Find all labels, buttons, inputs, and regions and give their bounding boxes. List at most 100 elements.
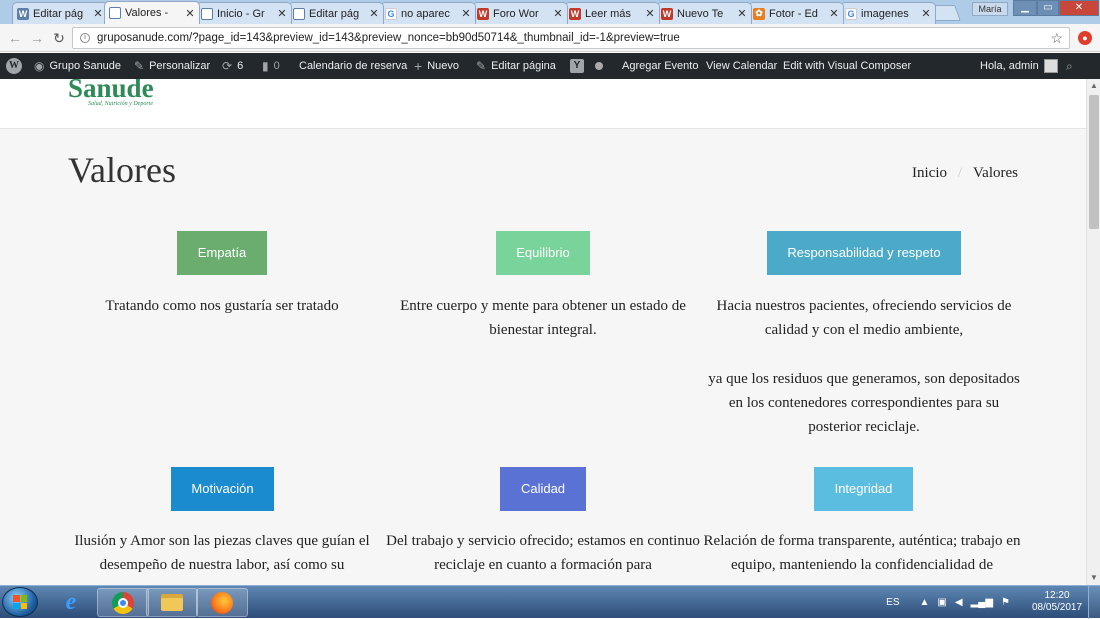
admin-search-button[interactable]: ⌕	[1066, 53, 1073, 79]
breadcrumb-home-link[interactable]: Inicio	[912, 165, 947, 181]
speaker-icon[interactable]: ◀	[955, 597, 963, 608]
minimize-button[interactable]: ▁	[1013, 0, 1037, 16]
updates-count: 6	[237, 60, 244, 72]
close-tab-icon[interactable]: ✕	[645, 7, 655, 20]
signal-icon[interactable]: ▂▄▆	[971, 597, 993, 608]
show-hidden-icons-icon[interactable]: ▲	[920, 597, 930, 608]
profile-chip[interactable]: María	[972, 2, 1008, 16]
equilibrio-button[interactable]: Equilibrio	[496, 231, 590, 275]
flag-icon[interactable]: ⚑	[1001, 597, 1010, 608]
close-tab-icon[interactable]: ✕	[185, 7, 195, 20]
calidad-button[interactable]: Calidad	[500, 467, 586, 511]
browser-tab[interactable]: W Editar pág ✕	[12, 2, 108, 24]
browser-tab-strip: W Editar pág ✕ Valores - ✕ Inicio - Gr ✕ Editar…	[0, 0, 1100, 24]
taskbar-explorer[interactable]	[146, 588, 198, 617]
motivacion-button[interactable]: Motivación	[171, 467, 274, 511]
windows-logo-icon	[13, 595, 27, 609]
close-tab-icon[interactable]: ✕	[93, 7, 103, 20]
responsabilidad-button[interactable]: Responsabilidad y respeto	[767, 231, 961, 275]
vertical-scrollbar[interactable]: ▲ ▼	[1086, 79, 1100, 585]
w-icon: W	[569, 7, 581, 20]
taskbar-firefox[interactable]	[196, 588, 248, 617]
chrome-icon	[112, 591, 134, 614]
taskbar-chrome[interactable]	[97, 588, 149, 617]
w-icon: W	[661, 7, 673, 20]
integridad-button[interactable]: Integridad	[814, 467, 913, 511]
bookmark-star-icon[interactable]: ☆	[1050, 28, 1063, 48]
tab-label: Leer más	[585, 7, 631, 20]
network-hub-icon[interactable]: ▣	[937, 597, 946, 608]
breadcrumb: Inicio / Valores	[912, 165, 1018, 182]
close-tab-icon[interactable]: ✕	[461, 7, 471, 20]
search-icon: ⌕	[1066, 59, 1073, 73]
windows-taskbar: e ES ▲ ▣ ◀ ▂▄▆ ⚑ 12:20 08/05/2017	[0, 585, 1100, 619]
new-content-menu[interactable]: + Nuevo	[414, 53, 459, 79]
internet-explorer-icon: e	[65, 589, 77, 615]
site-name-menu[interactable]: ◉ Grupo Sanude	[34, 53, 121, 79]
tab-label: Editar pág	[33, 7, 84, 20]
scroll-thumb[interactable]	[1089, 95, 1099, 229]
close-tab-icon[interactable]: ✕	[369, 7, 379, 20]
close-tab-icon[interactable]: ✕	[737, 7, 747, 20]
show-desktop-button[interactable]	[1088, 586, 1100, 619]
empatia-button[interactable]: Empatía	[177, 231, 267, 275]
account-menu[interactable]: Hola, admin	[980, 53, 1058, 79]
dashboard-icon: ◉	[34, 59, 45, 73]
taskbar-ie[interactable]: e	[45, 588, 97, 617]
language-indicator[interactable]: ES	[886, 597, 899, 608]
browser-tab[interactable]: Gno aparec ✕	[380, 2, 476, 24]
info-icon[interactable]: i	[80, 33, 90, 43]
reload-icon[interactable]: ↻	[50, 29, 68, 47]
logo-tagline: Salud, Nutrición y Deporte	[88, 101, 153, 107]
system-clock[interactable]: 12:20 08/05/2017	[1032, 590, 1082, 614]
browser-tab[interactable]: W Nuevo Te ✕	[656, 2, 752, 24]
browser-tab[interactable]: W Leer más ✕	[564, 2, 660, 24]
edit-page-link[interactable]: ✎ Editar página	[476, 53, 556, 79]
view-calendar-label: View Calendar	[706, 60, 778, 72]
empatia-text: Tratando como nos gustaría ser tratado	[105, 298, 339, 314]
close-tab-icon[interactable]: ✕	[277, 7, 287, 20]
tab-label: imagenes	[861, 7, 909, 20]
scroll-down-arrow-icon[interactable]: ▼	[1087, 571, 1100, 585]
brush-icon: ✎	[134, 59, 145, 73]
close-tab-icon[interactable]: ✕	[829, 7, 839, 20]
start-button[interactable]	[2, 587, 38, 617]
tab-label: Fotor - Ed	[769, 7, 818, 20]
fotor-icon: ✿	[753, 7, 765, 20]
calendar-menu[interactable]: Calendario de reserva	[299, 53, 407, 79]
tab-label: Inicio - Gr	[217, 7, 265, 20]
close-tab-icon[interactable]: ✕	[553, 7, 563, 20]
breadcrumb-current: Valores	[973, 165, 1018, 181]
wp-logo-menu[interactable]: W	[6, 53, 22, 79]
tab-label: no aparec	[401, 7, 450, 20]
close-window-button[interactable]: ✕	[1059, 0, 1099, 16]
browser-tab[interactable]: Gimagenes ✕	[840, 2, 936, 24]
browser-tab[interactable]: Inicio - Gr ✕	[196, 2, 292, 24]
forward-arrow-icon[interactable]: →	[28, 29, 46, 47]
close-tab-icon[interactable]: ✕	[921, 7, 931, 20]
browser-tab[interactable]: Valores - ✕	[104, 1, 200, 24]
google-icon: G	[845, 7, 857, 20]
address-bar[interactable]: i gruposanude.com/?page_id=143&preview_i…	[72, 27, 1070, 49]
back-arrow-icon[interactable]: ←	[6, 29, 24, 47]
tab-label: Foro Wor	[493, 7, 539, 20]
site-header: Sanude Salud, Nutrición y Deporte	[0, 79, 1086, 129]
clock-time: 12:20	[1044, 590, 1070, 601]
customize-link[interactable]: ✎ Personalizar	[134, 53, 210, 79]
updates-icon: ⟳	[222, 59, 233, 73]
maximize-button[interactable]: ▭	[1037, 0, 1059, 16]
seo-status-dot-icon	[595, 62, 603, 70]
visual-composer-link[interactable]: Edit with Visual Composer	[783, 53, 911, 79]
add-event-link[interactable]: Agregar Evento	[622, 53, 698, 79]
wordpress-icon: W	[6, 58, 22, 74]
browser-tab[interactable]: Editar pág ✕	[288, 2, 384, 24]
comments-link[interactable]: ▮ 0	[262, 53, 280, 79]
scroll-up-arrow-icon[interactable]: ▲	[1087, 79, 1100, 93]
equilibrio-text: Entre cuerpo y mente para obtener un est…	[400, 298, 686, 338]
view-calendar-link[interactable]: View Calendar	[706, 53, 777, 79]
updates-link[interactable]: ⟳ 6	[222, 53, 243, 79]
yoast-menu[interactable]: Y	[570, 53, 603, 79]
browser-tab[interactable]: W Foro Wor ✕	[472, 2, 568, 24]
browser-tab[interactable]: ✿ Fotor - Ed ✕	[748, 2, 844, 24]
extension-icon[interactable]: ●	[1078, 31, 1092, 45]
